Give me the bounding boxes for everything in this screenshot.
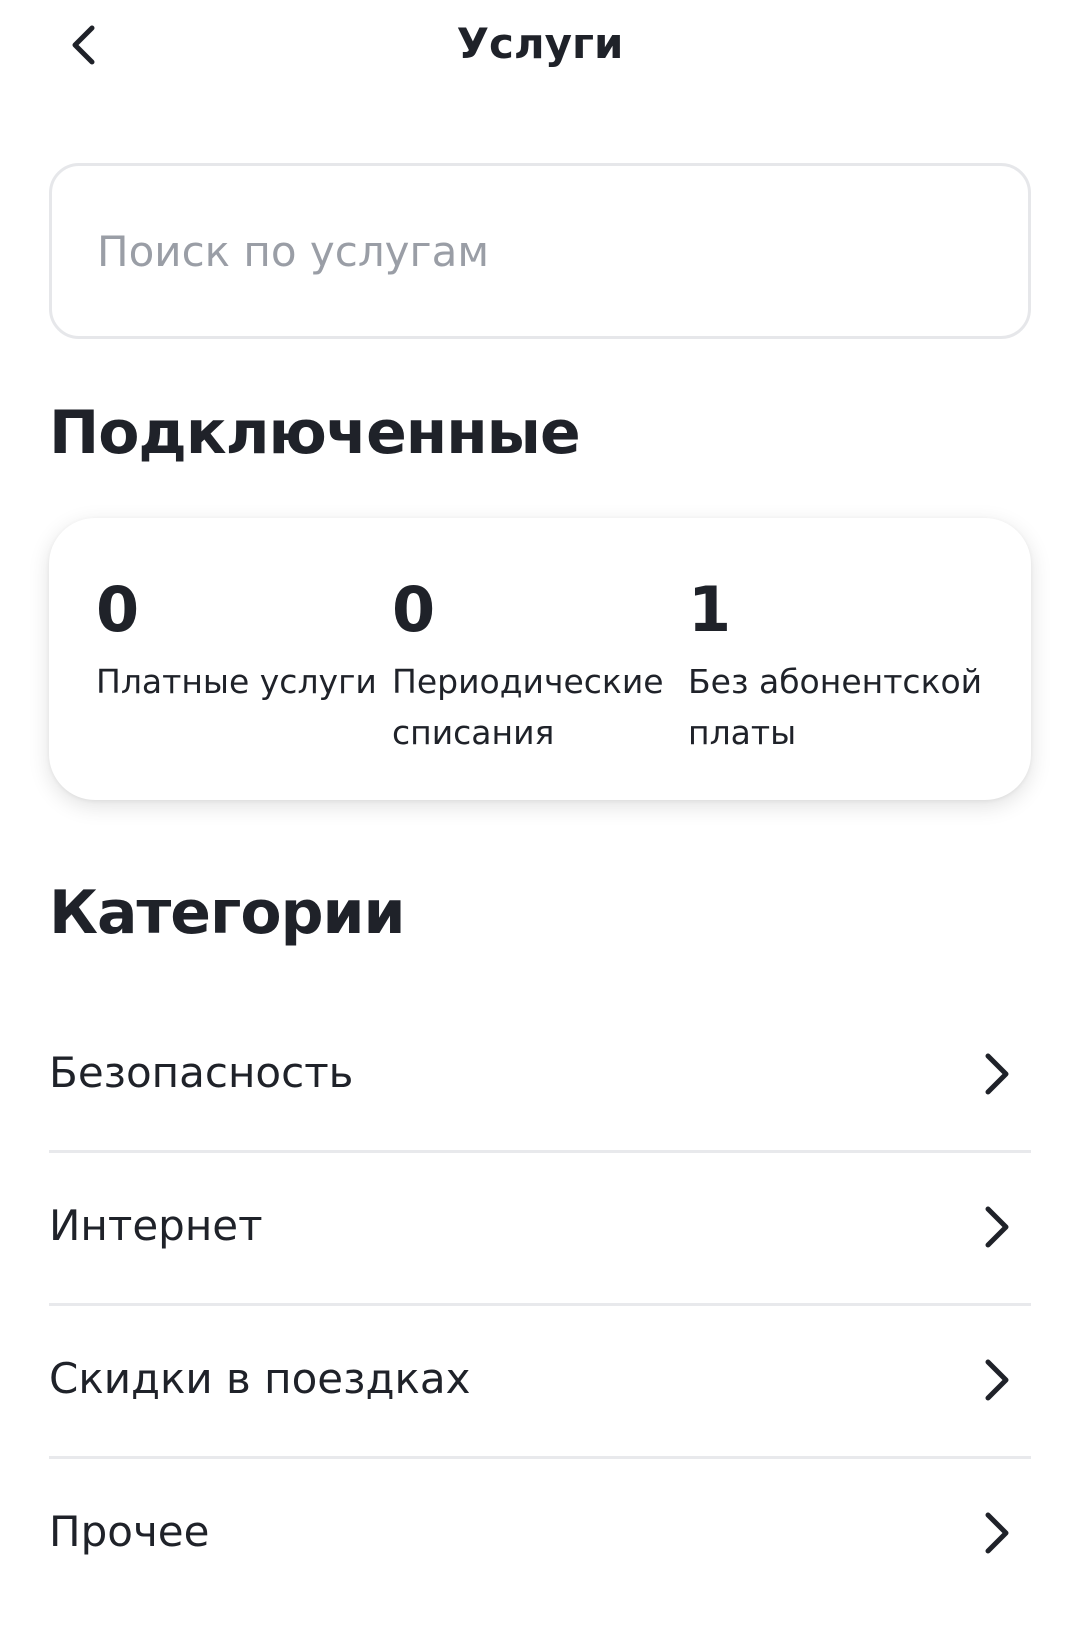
category-label: Безопасность (49, 1048, 354, 1097)
connected-stats-card: 0 Платные услуги 0 Периодические списани… (49, 518, 1031, 800)
stat-label: Платные услуги (96, 662, 377, 701)
chevron-right-icon (985, 1206, 1009, 1248)
search-box[interactable] (49, 163, 1031, 339)
category-item-other[interactable]: Прочее (49, 1459, 1031, 1609)
connected-section-title: Подключенные (49, 398, 581, 468)
category-list: Безопасность Интернет Скидки в поездках … (49, 1000, 1031, 1609)
stat-label: Без абонентской платы (688, 662, 983, 752)
chevron-right-icon (985, 1359, 1009, 1401)
page-title: Услуги (456, 19, 624, 68)
services-screen: Услуги Подключенные 0 Платные услуги 0 П… (0, 0, 1080, 1646)
category-label: Прочее (49, 1507, 210, 1556)
top-bar: Услуги (0, 0, 1080, 90)
category-item-security[interactable]: Безопасность (49, 1000, 1031, 1153)
stat-value: 1 (688, 573, 732, 646)
chevron-right-icon (985, 1053, 1009, 1095)
categories-section-title: Категории (49, 878, 406, 948)
category-label: Скидки в поездках (49, 1354, 471, 1403)
stat-value: 0 (96, 573, 140, 646)
stat-label: Периодические списания (392, 662, 664, 752)
category-item-travel-discounts[interactable]: Скидки в поездках (49, 1306, 1031, 1459)
chevron-right-icon (985, 1512, 1009, 1554)
search-input[interactable] (97, 166, 977, 336)
category-item-internet[interactable]: Интернет (49, 1153, 1031, 1306)
category-label: Интернет (49, 1201, 263, 1250)
stat-value: 0 (392, 573, 436, 646)
